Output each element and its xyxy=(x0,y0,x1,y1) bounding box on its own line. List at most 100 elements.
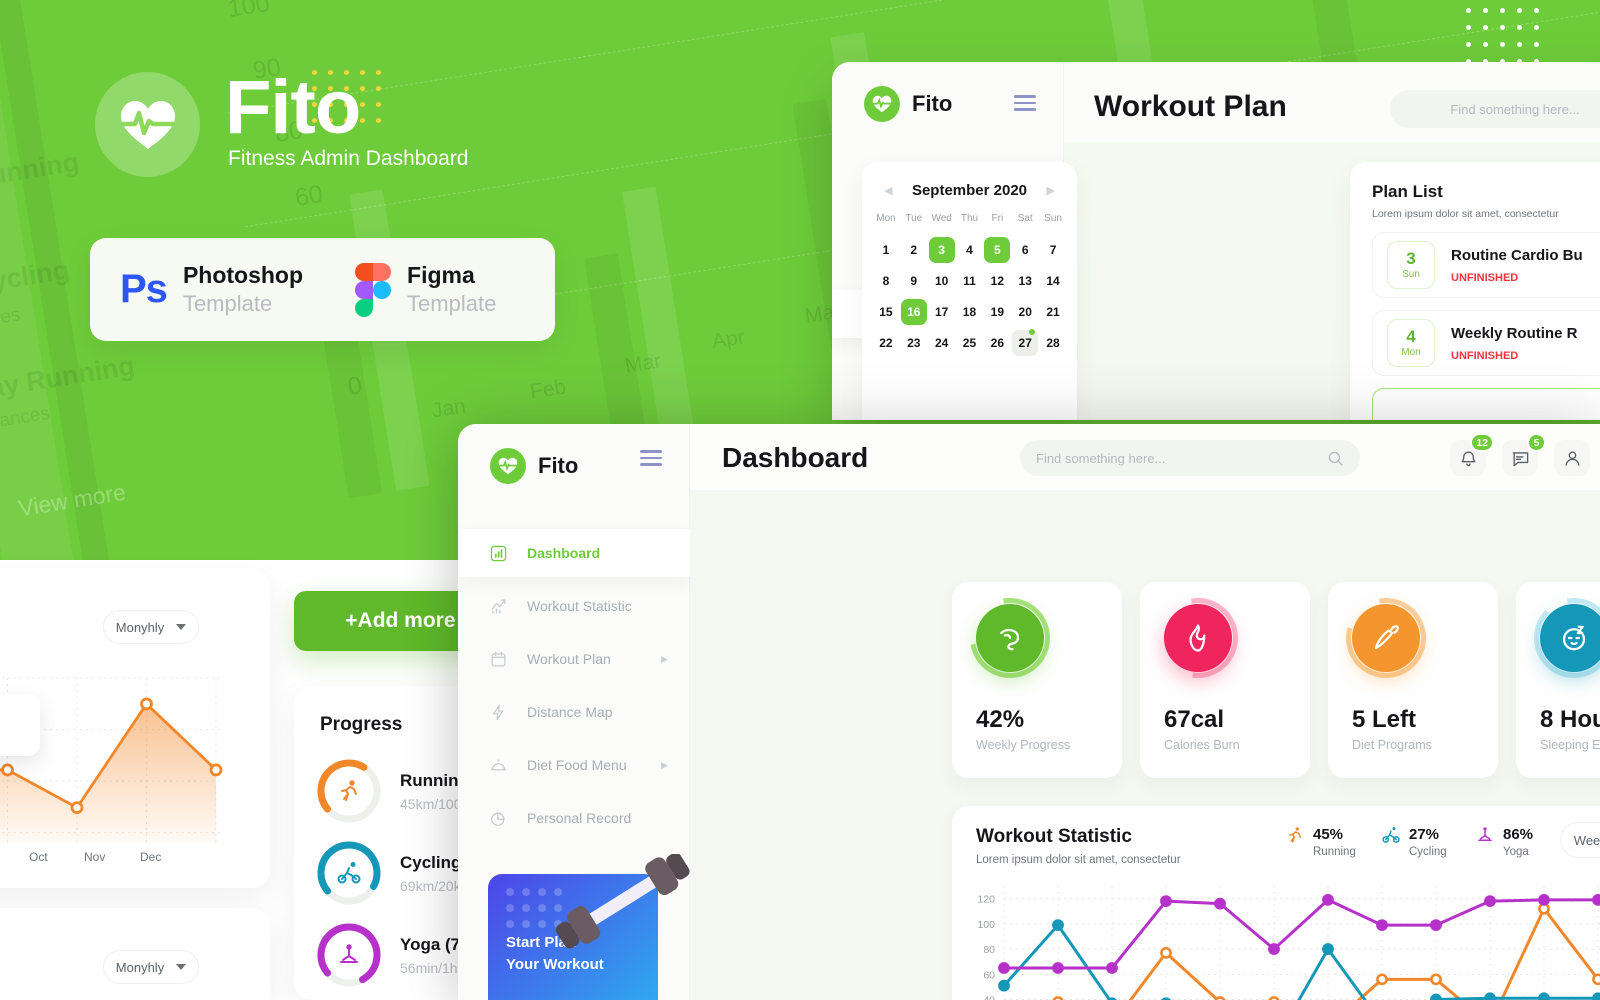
notifications-button[interactable]: 12 xyxy=(1450,433,1494,476)
calendar-day[interactable]: 17 xyxy=(928,297,956,327)
calendar-prev-button[interactable]: ◀ xyxy=(884,184,892,197)
x-axis-tick: Oct xyxy=(29,850,48,864)
stat-label: Calories Burn xyxy=(1164,738,1240,752)
x-axis-tick: Dec xyxy=(140,850,162,864)
menu-toggle-button[interactable] xyxy=(640,450,662,466)
stat-label: Weekly Progress xyxy=(976,738,1071,752)
template-item-figma[interactable]: Figma Template xyxy=(355,261,496,317)
calendar-header: ◀ September 2020 ▶ xyxy=(862,162,1077,199)
sidebar-item-label: Workout Plan xyxy=(527,651,611,667)
calendar-day[interactable]: 23 xyxy=(900,328,928,358)
calendar-day[interactable]: 14 xyxy=(1039,266,1067,296)
chevron-down-icon xyxy=(176,964,187,970)
calendar-day[interactable]: 7 xyxy=(1039,235,1067,265)
hero-month-label: Apr xyxy=(710,325,747,354)
calendar-day[interactable]: 19 xyxy=(983,297,1011,327)
workout-statistic-period-dropdown[interactable]: Weekly xyxy=(1560,822,1600,858)
messages-button[interactable]: 5 xyxy=(1502,433,1546,476)
stat-value: 5 Left xyxy=(1352,706,1417,733)
dumbbell-icon xyxy=(555,854,690,949)
calendar-day[interactable]: 24 xyxy=(928,328,956,358)
hero-axis-tick: 60 xyxy=(292,180,325,213)
sidebar-item-workout-statistic[interactable]: Workout Statistic xyxy=(458,582,690,630)
svg-text:40: 40 xyxy=(983,995,995,1000)
flame-icon xyxy=(1189,624,1206,652)
calendar-day[interactable]: 9 xyxy=(900,266,928,296)
heart-pulse-icon xyxy=(120,100,175,149)
legend-name: Cycling xyxy=(1409,846,1447,859)
message-badge: 5 xyxy=(1527,433,1546,452)
template-item-photoshop[interactable]: Ps Photoshop Template xyxy=(120,261,303,317)
start-plan-promo-card[interactable]: Start Plan Your Workout xyxy=(488,854,690,1000)
distance-period-dropdown[interactable]: Monyhly xyxy=(103,610,199,644)
calendar-day[interactable]: 20 xyxy=(1011,297,1039,327)
plan-list-subtitle: Lorem ipsum dolor sit amet, consectetur xyxy=(1372,208,1559,220)
sidebar-item-workout-plan[interactable]: Workout Plan ▶ xyxy=(458,635,690,683)
calendar-day[interactable]: 2 xyxy=(900,235,928,265)
status-badge: UNFINISHED xyxy=(1451,271,1519,284)
chevron-down-icon xyxy=(176,624,187,630)
dropdown-value: Monyhly xyxy=(115,959,165,975)
sidebar-item-dashboard[interactable]: Dashboard xyxy=(458,529,690,577)
progress-ring xyxy=(317,759,381,823)
plan-list-item[interactable]: 3 Sun Routine Cardio Bu UNFINISHED xyxy=(1372,232,1600,298)
stat-icon-disc xyxy=(1164,604,1232,672)
calendar-day[interactable]: 12 xyxy=(983,266,1011,296)
search-placeholder: Find something here... xyxy=(1450,101,1580,117)
sidebar-item-diet-food-menu[interactable]: Diet Food Menu ▶ xyxy=(458,741,690,789)
calendar-day[interactable]: 10 xyxy=(928,266,956,296)
calendar-day[interactable]: 1 xyxy=(872,235,900,265)
legend-item-cycling: 27% Cycling xyxy=(1382,826,1447,858)
workout-statistic-card: Workout Statistic Lorem ipsum dolor sit … xyxy=(952,806,1600,1000)
stat-ring xyxy=(1158,598,1238,678)
x-axis-tick: Nov xyxy=(84,850,106,864)
legend-percent: 86% xyxy=(1503,826,1534,843)
calendar-day[interactable]: 18 xyxy=(956,297,984,327)
plan-list-item[interactable] xyxy=(1372,388,1600,420)
avatar[interactable] xyxy=(1554,440,1590,476)
progress-title: Progress xyxy=(320,714,403,735)
distance-chart-card: Monyhly Sep Oct Nov Dec xyxy=(0,568,270,888)
menu-toggle-button[interactable] xyxy=(1014,95,1036,111)
brand-name: Fito xyxy=(225,65,361,150)
calendar-day[interactable]: 6 xyxy=(1011,235,1039,265)
plan-list-title: Plan List xyxy=(1372,182,1443,201)
calendar-day[interactable]: 21 xyxy=(1039,297,1067,327)
bolt-icon xyxy=(492,704,504,720)
calendar-day[interactable]: 28 xyxy=(1039,328,1067,358)
search-input[interactable]: Find something here... xyxy=(1390,90,1600,128)
brand-logo-icon xyxy=(864,86,900,122)
sidebar-item-personal-record[interactable]: Personal Record xyxy=(458,794,690,842)
card-title: Workout Statistic xyxy=(976,826,1132,847)
sidebar-item-distance-map[interactable]: Distance Map xyxy=(458,688,690,736)
sidebar-item-label: Personal Record xyxy=(527,810,632,826)
calendar-day[interactable]: 13 xyxy=(1011,266,1039,296)
calendar-day[interactable]: 15 xyxy=(872,297,900,327)
calendar-day[interactable]: 4 xyxy=(956,235,984,265)
calendar-day[interactable]: 26 xyxy=(983,328,1011,358)
calendar-day[interactable]: 8 xyxy=(872,266,900,296)
stat-icon-disc xyxy=(1540,604,1600,672)
plan-name: Routine Cardio Bu xyxy=(1451,246,1583,264)
stat-value: 67cal xyxy=(1164,706,1225,733)
calendar-day[interactable]: 22 xyxy=(872,328,900,358)
stat-card: 8 Hours Sleeping Effectiveness xyxy=(1516,582,1600,778)
secondary-chart-card: Monyhly xyxy=(0,908,270,1000)
search-input[interactable]: Find something here... xyxy=(1020,440,1360,476)
calendar-next-button[interactable]: ▶ xyxy=(1047,184,1055,197)
calendar-day[interactable]: 25 xyxy=(956,328,984,358)
sidebar-brand-name: Fito xyxy=(912,91,953,116)
secondary-period-dropdown[interactable]: Monyhly xyxy=(103,950,199,984)
bell-icon xyxy=(1460,451,1476,466)
calendar-day[interactable]: 27 xyxy=(1011,328,1039,358)
calendar-day[interactable]: 11 xyxy=(956,266,984,296)
calendar-dow: Mon xyxy=(876,213,896,224)
calendar-day[interactable]: 5 xyxy=(983,235,1011,265)
figma-icon xyxy=(355,262,392,317)
workout-statistic-line-chart: 20406080100120 xyxy=(977,886,1600,1000)
calendar-day[interactable]: 16 xyxy=(900,297,928,327)
plan-list-item[interactable]: 4 Mon Weekly Routine R UNFINISHED xyxy=(1372,310,1600,376)
plan-day-name: Sun xyxy=(1402,268,1420,280)
calendar-day[interactable]: 3 xyxy=(928,235,956,265)
legend-name: Running xyxy=(1313,846,1356,859)
